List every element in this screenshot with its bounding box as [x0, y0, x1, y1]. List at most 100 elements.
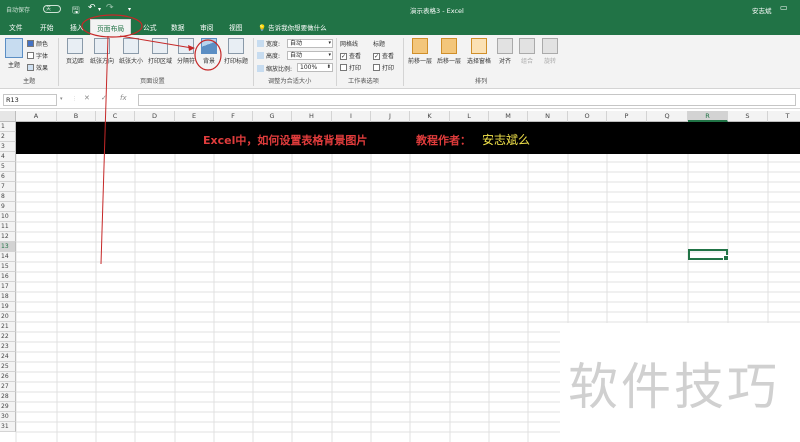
colors-button[interactable]: 颜色: [27, 39, 48, 48]
print-area-button[interactable]: 打印区域: [145, 38, 175, 65]
select-all-corner[interactable]: [0, 111, 16, 122]
row-header-5[interactable]: 5: [0, 162, 16, 172]
tab-data[interactable]: 数据: [171, 22, 185, 32]
width-select[interactable]: 自动 ▾: [287, 39, 333, 48]
row-header-31[interactable]: 31: [0, 422, 16, 432]
row-header-17[interactable]: 17: [0, 282, 16, 292]
gridlines-view-checkbox[interactable]: 查看: [340, 51, 361, 60]
autosave-toggle[interactable]: 关: [43, 5, 61, 13]
column-header-r[interactable]: R: [688, 111, 728, 122]
print-titles-button[interactable]: 打印标题: [221, 38, 251, 65]
column-header-f[interactable]: F: [214, 111, 253, 122]
margins-button[interactable]: 页边距: [62, 38, 88, 65]
row-header-25[interactable]: 25: [0, 362, 16, 372]
background-button[interactable]: 背景: [198, 38, 220, 65]
column-header-s[interactable]: S: [728, 111, 768, 122]
customize-qat-icon[interactable]: ▾: [128, 6, 131, 13]
row-header-16[interactable]: 16: [0, 272, 16, 282]
gridlines-print-checkbox[interactable]: 打印: [340, 63, 361, 72]
column-header-j[interactable]: J: [371, 111, 410, 122]
height-select[interactable]: 自动 ▾: [287, 51, 333, 60]
column-header-n[interactable]: N: [528, 111, 568, 122]
column-header-k[interactable]: K: [410, 111, 450, 122]
column-header-q[interactable]: Q: [647, 111, 688, 122]
redo-icon[interactable]: ↷: [106, 3, 114, 13]
tab-page-layout[interactable]: 页面布局: [90, 19, 132, 35]
row-header-11[interactable]: 11: [0, 222, 16, 232]
headings-view-checkbox[interactable]: 查看: [373, 51, 394, 60]
title-banner[interactable]: Excel中，如何设置表格背景图片 教程作者： 安志斌么: [16, 122, 800, 154]
headings-print-checkbox[interactable]: 打印: [373, 63, 394, 72]
row-header-15[interactable]: 15: [0, 262, 16, 272]
rotate-button[interactable]: 旋转: [541, 38, 559, 65]
column-header-c[interactable]: C: [96, 111, 135, 122]
row-header-9[interactable]: 9: [0, 202, 16, 212]
row-header-1[interactable]: 1: [0, 122, 16, 132]
enter-icon[interactable]: ✓: [101, 94, 107, 102]
row-header-19[interactable]: 19: [0, 302, 16, 312]
column-header-t[interactable]: T: [768, 111, 800, 122]
undo-icon[interactable]: ↶: [88, 3, 96, 13]
tell-me-search[interactable]: 💡 告诉我你想要做什么: [258, 22, 327, 32]
row-header-14[interactable]: 14: [0, 252, 16, 262]
row-header-29[interactable]: 29: [0, 402, 16, 412]
row-header-10[interactable]: 10: [0, 212, 16, 222]
ribbon-display-icon[interactable]: ▭: [780, 3, 788, 12]
row-header-27[interactable]: 27: [0, 382, 16, 392]
tab-home[interactable]: 开始: [40, 22, 54, 32]
align-button[interactable]: 对齐: [496, 38, 514, 65]
chevron-down-icon[interactable]: ▾: [60, 96, 63, 102]
name-box[interactable]: R13: [3, 94, 57, 106]
column-header-m[interactable]: M: [489, 111, 528, 122]
undo-dropdown-icon[interactable]: ▾: [98, 6, 101, 13]
tab-file[interactable]: 文件: [9, 22, 23, 32]
row-header-28[interactable]: 28: [0, 392, 16, 402]
row-header-8[interactable]: 8: [0, 192, 16, 202]
tab-view[interactable]: 视图: [229, 22, 243, 32]
row-header-18[interactable]: 18: [0, 292, 16, 302]
bring-forward-button[interactable]: 前移一层: [406, 38, 434, 65]
breaks-button[interactable]: 分隔符: [176, 38, 196, 65]
row-header-20[interactable]: 20: [0, 312, 16, 322]
row-header-4[interactable]: 4: [0, 152, 16, 162]
formula-input[interactable]: [138, 94, 796, 106]
insert-function-icon[interactable]: fx: [120, 94, 127, 102]
column-header-e[interactable]: E: [175, 111, 214, 122]
size-button[interactable]: 纸张大小: [117, 38, 145, 65]
scale-stepper[interactable]: 100% ⬍: [297, 63, 333, 72]
column-header-d[interactable]: D: [135, 111, 175, 122]
orientation-button[interactable]: 纸张方向: [88, 38, 116, 65]
row-header-26[interactable]: 26: [0, 372, 16, 382]
row-header-6[interactable]: 6: [0, 172, 16, 182]
column-header-a[interactable]: A: [16, 111, 57, 122]
row-header-22[interactable]: 22: [0, 332, 16, 342]
row-header-24[interactable]: 24: [0, 352, 16, 362]
effects-button[interactable]: 效果: [27, 63, 48, 72]
selection-pane-button[interactable]: 选择窗格: [464, 38, 494, 65]
user-name[interactable]: 安志斌: [752, 5, 772, 15]
column-header-p[interactable]: P: [607, 111, 647, 122]
save-icon[interactable]: 🖫: [72, 3, 80, 19]
tab-insert[interactable]: 插入: [70, 22, 84, 32]
row-header-12[interactable]: 12: [0, 232, 16, 242]
selected-cell[interactable]: [688, 249, 729, 261]
cancel-icon[interactable]: ✕: [84, 94, 90, 102]
row-header-3[interactable]: 3: [0, 142, 16, 152]
row-header-7[interactable]: 7: [0, 182, 16, 192]
column-header-o[interactable]: O: [568, 111, 607, 122]
column-header-g[interactable]: G: [253, 111, 292, 122]
send-backward-button[interactable]: 后移一层: [435, 38, 463, 65]
row-header-2[interactable]: 2: [0, 132, 16, 142]
column-header-i[interactable]: I: [332, 111, 371, 122]
column-header-b[interactable]: B: [57, 111, 96, 122]
column-header-l[interactable]: L: [450, 111, 489, 122]
tab-review[interactable]: 审阅: [200, 22, 214, 32]
row-header-23[interactable]: 23: [0, 342, 16, 352]
row-header-30[interactable]: 30: [0, 412, 16, 422]
row-header-21[interactable]: 21: [0, 322, 16, 332]
group-button[interactable]: 组合: [518, 38, 536, 65]
fonts-button[interactable]: 字体: [27, 51, 48, 60]
themes-button[interactable]: 主题: [4, 38, 24, 69]
row-header-13[interactable]: 13: [0, 242, 16, 252]
column-header-h[interactable]: H: [292, 111, 332, 122]
